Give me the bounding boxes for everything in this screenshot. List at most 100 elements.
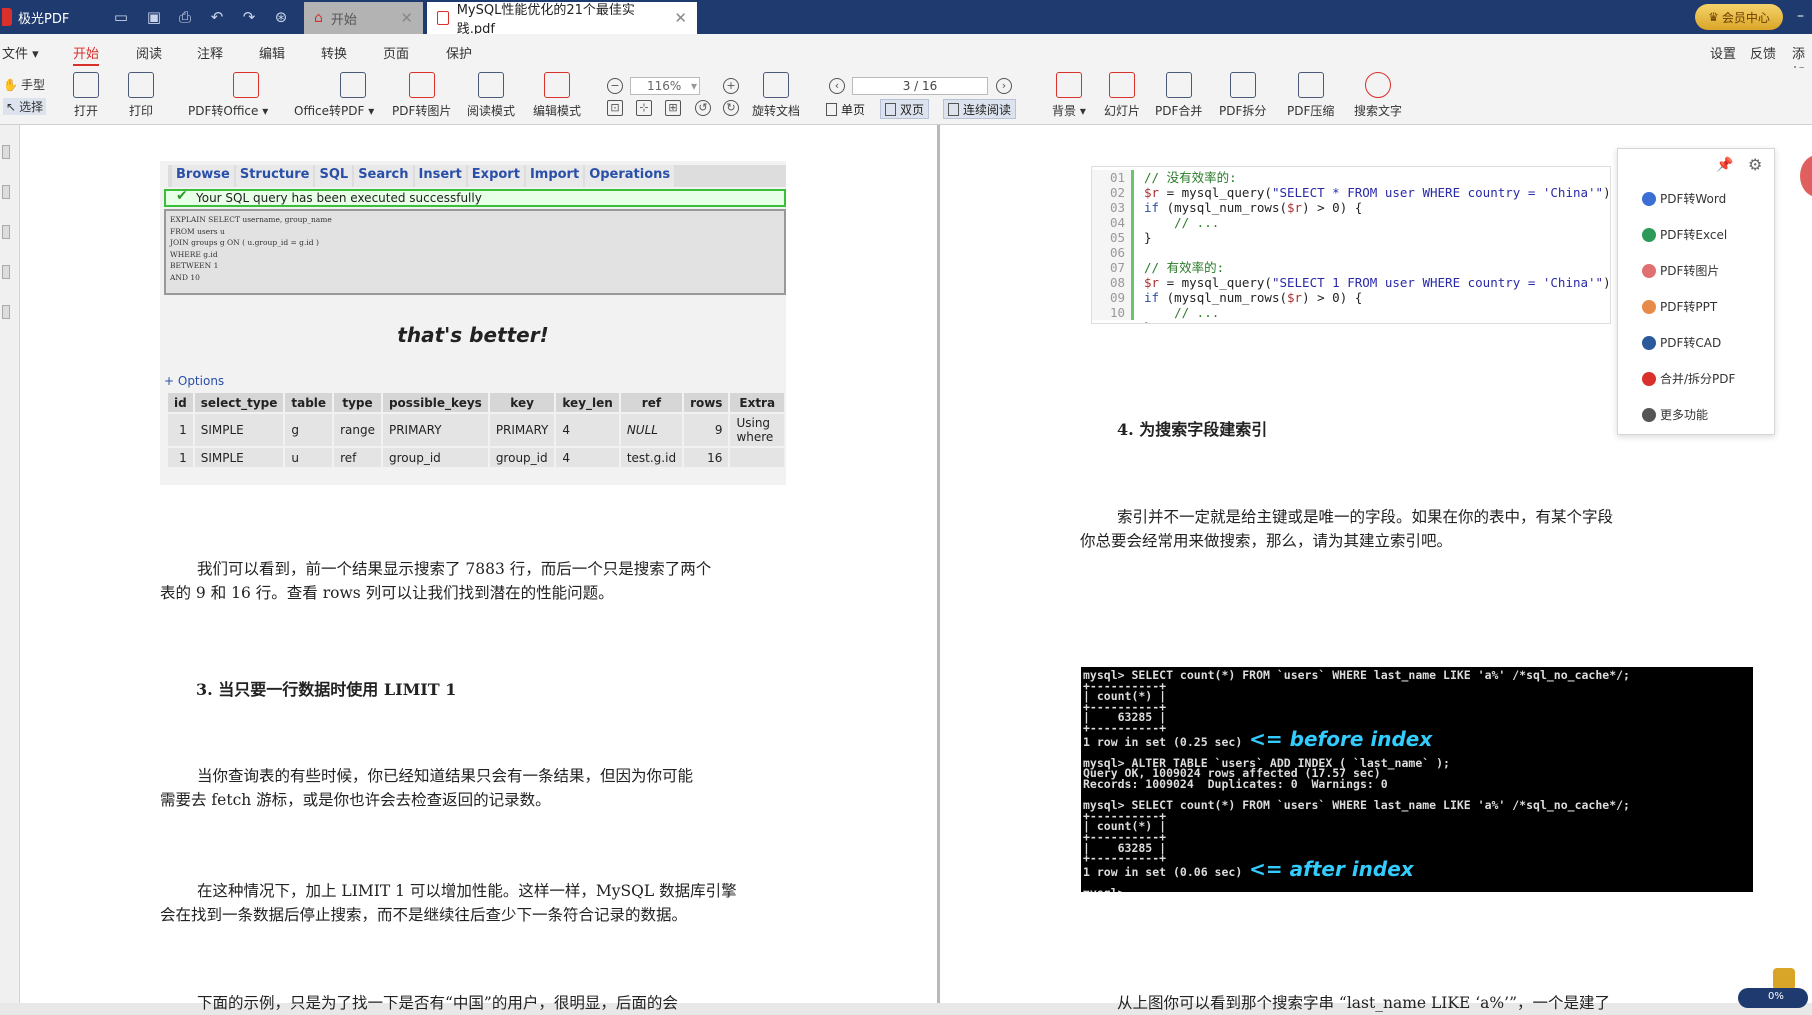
pdf-merge-button[interactable]: PDF合并 (1155, 72, 1202, 119)
table-row: 1 SIMPLE g range PRIMARY PRIMARY 4 NULL 9 Using w… (168, 414, 784, 446)
menu-start[interactable]: 开始 (73, 43, 100, 66)
select-tool[interactable]: ↖ 选择 (3, 98, 47, 115)
rotate-icon (763, 72, 789, 98)
tab-home[interactable]: ⌂ 开始 ✕ (304, 2, 423, 34)
pin-icon[interactable]: 📌 (1716, 157, 1733, 173)
panel-item-pdf-to-cad[interactable]: PDF转CAD (1642, 334, 1721, 351)
single-page-icon (826, 102, 837, 116)
pdf-split-button[interactable]: PDF拆分 (1219, 72, 1266, 119)
menu-settings[interactable]: 设置 (1710, 43, 1736, 62)
menu-convert[interactable]: 转换 (321, 43, 347, 62)
hand-icon: ✋ (3, 77, 18, 92)
zoom-in-icon[interactable]: + (723, 78, 739, 94)
pma-tab: Search (354, 165, 413, 187)
next-page-icon[interactable]: › (996, 78, 1012, 94)
vip-badge-icon[interactable] (1773, 968, 1795, 990)
sql-line: JOIN groups g ON ( u.group_id = g.id ) (170, 238, 319, 247)
fit-page-icon[interactable]: ⊡ (607, 100, 623, 116)
annotation-icon[interactable] (2, 225, 10, 239)
menu-protect[interactable]: 保护 (446, 43, 472, 62)
tab-home-label: 开始 (330, 12, 357, 28)
panel-item-pdf-to-excel[interactable]: PDF转Excel (1642, 226, 1727, 243)
slideshow-button[interactable]: 幻灯片 (1104, 72, 1140, 119)
edit-icon (544, 72, 570, 98)
print-button[interactable]: 打印 (128, 72, 154, 119)
panel-item-merge-split[interactable]: 合并/拆分PDF (1642, 370, 1735, 387)
toolbar: ✋ 手型 ↖ 选择 打开 打印 PDF转Office ▾ Office转PDF ▾ … (0, 68, 1812, 125)
open-folder-icon[interactable]: ▭ (112, 8, 130, 26)
double-page-button[interactable]: 双页 (880, 99, 930, 119)
rotate-right-icon[interactable]: ↻ (723, 100, 739, 116)
home-icon: ⌂ (314, 10, 323, 26)
office-to-pdf-button[interactable]: Office转PDF ▾ (294, 72, 374, 119)
close-icon[interactable]: ✕ (400, 9, 413, 27)
pma-tab: Import (525, 165, 584, 187)
php-code-block: 0102030405060708091011 // 没有效率的: $r = my… (1091, 166, 1611, 324)
pdf-to-image-button[interactable]: PDF转图片 (392, 72, 451, 119)
play-icon (1109, 72, 1135, 98)
page-number-input[interactable]: 3 / 16 (852, 77, 988, 95)
undo-icon[interactable]: ↶ (208, 8, 226, 26)
bookmark-icon[interactable] (2, 185, 10, 199)
actual-size-icon[interactable]: ⊞ (665, 100, 681, 116)
zoom-out-icon[interactable]: − (607, 78, 623, 94)
paragraph-line: 当你查询表的有些时候，你已经知道结果只会有一条结果，但因为你可能 (197, 767, 694, 785)
panel-item-more[interactable]: 更多功能 (1642, 406, 1708, 423)
search-text-button[interactable]: 搜索文字 (1354, 72, 1402, 119)
continuous-read-button[interactable]: 连续阅读 (943, 99, 1017, 119)
thumbnail-icon[interactable] (2, 145, 10, 159)
rotate-left-icon[interactable]: ↺ (695, 100, 711, 116)
print-icon[interactable]: ⎙ (176, 8, 194, 26)
open-button[interactable]: 打开 (73, 72, 99, 119)
pma-tab: Export (467, 165, 524, 187)
vip-button[interactable]: ♛ 会员中心 (1695, 4, 1783, 30)
save-icon[interactable]: ▣ (145, 8, 163, 26)
tab-document-label: MySQL性能优化的21个最佳实践.pdf (456, 3, 635, 37)
edit-mode-button[interactable]: 编辑模式 (533, 72, 581, 119)
crown-icon: ♛ (1708, 10, 1719, 24)
options-link: + Options (164, 374, 225, 388)
menu-annotate[interactable]: 注释 (197, 43, 223, 62)
panel-item-pdf-to-image[interactable]: PDF转图片 (1642, 262, 1719, 279)
panel-item-pdf-to-word[interactable]: PDF转Word (1642, 190, 1726, 207)
menu-edit[interactable]: 编辑 (259, 43, 285, 62)
read-mode-button[interactable]: 阅读模式 (467, 72, 515, 119)
pma-success-message: ✔ Your SQL query has been executed succes… (164, 189, 786, 207)
image-icon (408, 72, 435, 98)
sql-line: FROM users u (170, 226, 225, 236)
menu-file[interactable]: 文件 ▾ (2, 43, 39, 62)
rotate-doc-button[interactable]: 旋转文档 (752, 72, 800, 119)
menu-feedback[interactable]: 反馈 (1750, 43, 1776, 62)
pdf-to-office-button[interactable]: PDF转Office ▾ (188, 72, 268, 119)
hand-tool[interactable]: ✋ 手型 (3, 76, 45, 93)
attachment-icon[interactable] (2, 265, 10, 279)
table-row: 1 SIMPLE u ref group_id group_id 4 test.g.id 16 (168, 448, 784, 467)
single-page-button[interactable]: 单页 (822, 99, 869, 119)
logo-icon (2, 8, 12, 26)
search-panel-icon[interactable] (2, 305, 10, 319)
panel-item-pdf-to-ppt[interactable]: PDF转PPT (1642, 298, 1717, 315)
minimize-icon[interactable]: – (1797, 8, 1804, 24)
zoom-input[interactable]: 116% ▾ (630, 77, 700, 95)
prev-page-icon[interactable]: ‹ (829, 78, 845, 94)
fit-width-icon[interactable]: ⊹ (636, 100, 652, 116)
ppt-icon (1642, 299, 1656, 314)
floating-status-widget[interactable]: 0% (1738, 988, 1808, 1008)
split-icon (1229, 72, 1256, 98)
app-logo[interactable]: 极光PDF (0, 0, 69, 34)
tab-document[interactable]: MySQL性能优化的21个最佳实践.pdf ✕ (427, 2, 697, 37)
stamp-icon[interactable]: ⊛ (272, 8, 290, 26)
pdf-compress-button[interactable]: PDF压缩 (1287, 72, 1334, 119)
sql-line: BETWEEN 1 (170, 261, 219, 270)
paragraph-line: 索引并不一定就是给主键或是唯一的字段。如果在你的表中，有某个字段 (1117, 508, 1614, 526)
menu-page[interactable]: 页面 (383, 43, 409, 62)
pma-tab-bar: Browse Structure SQL Search Insert Expor… (168, 165, 786, 187)
background-button[interactable]: 背景 ▾ (1052, 72, 1086, 119)
redo-icon[interactable]: ↷ (240, 8, 258, 26)
book-icon (478, 72, 504, 98)
close-icon[interactable]: ✕ (674, 9, 687, 27)
menu-read[interactable]: 阅读 (136, 43, 162, 62)
folder-icon (73, 72, 99, 98)
gear-icon[interactable]: ⚙ (1748, 155, 1762, 174)
cursor-icon: ↖ (6, 99, 17, 114)
